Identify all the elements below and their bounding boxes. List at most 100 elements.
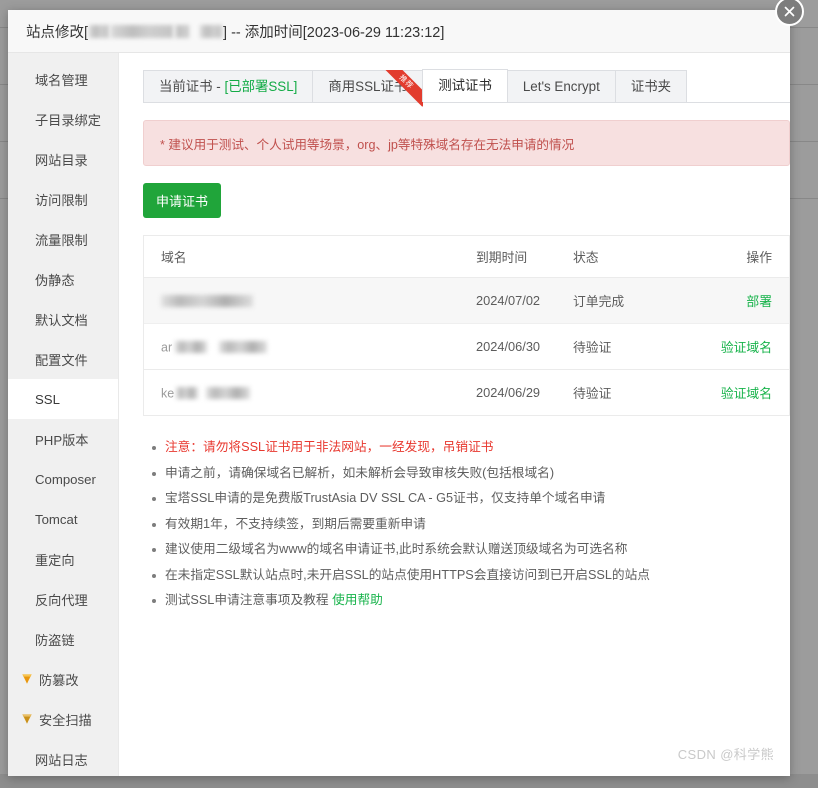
sidebar-item-label: 重定向 [35,550,75,569]
domain-prefix: ke [161,386,174,400]
sidebar-item-anti-leech[interactable]: 防盗链 [8,619,118,659]
sidebar-item-ssl[interactable]: SSL [8,379,118,419]
tab-label: 商用SSL证书 [328,79,407,94]
sidebar-item-rewrite[interactable]: 伪静态 [8,259,118,299]
sidebar-item-label: PHP版本 [35,430,89,449]
gem-icon [20,713,34,725]
dialog-title-suffix: ] -- 添加时间[2023-06-29 11:23:12] [223,21,444,42]
cell-action: 部署 [693,278,789,324]
sidebar-item-label: 防盗链 [35,630,75,649]
cert-tabs: 当前证书 - [已部署SSL] 商用SSL证书 推荐 测试证书 Let's En… [143,70,790,103]
settings-sidebar: 域名管理 子目录绑定 网站目录 访问限制 流量限制 伪静态 默认文档 配置文件 … [8,53,119,776]
screenshot-root: 站点修改[ ] -- 添加时间[2023-06-29 11:23:12] 域名管理… [0,0,818,788]
domain-prefix: ar [161,340,172,354]
sidebar-item-traffic-limit[interactable]: 流量限制 [8,219,118,259]
cell-domain: ar [144,324,476,370]
sidebar-item-label: 域名管理 [35,70,88,89]
sidebar-item-tomcat[interactable]: Tomcat [8,499,118,539]
info-alert: * 建议用于测试、个人试用等场景，org、jp等特殊域名存在无法申请的情况 [143,120,790,166]
redacted-domain [176,387,198,399]
list-item: 在未指定SSL默认站点时,未开启SSL的站点使用HTTPS会直接访问到已开启SS… [165,563,790,589]
redacted-domain [175,341,207,353]
list-item: 建议使用二级域名为www的域名申请证书,此时系统会默认赠送顶级域名为可选名称 [165,537,790,563]
ssl-notes-list: 注意：请勿将SSL证书用于非法网站，一经发现，吊销证书 申请之前，请确保域名已解… [143,435,790,614]
sidebar-item-security-scan[interactable]: 安全扫描 [8,699,118,739]
table-row: 2024/07/02 订单完成 部署 [144,278,789,324]
tab-lets-encrypt[interactable]: Let's Encrypt [507,70,616,102]
verify-domain-link[interactable]: 验证域名 [721,340,772,355]
verify-domain-link[interactable]: 验证域名 [721,386,772,401]
tab-label-deployed: [已部署SSL] [224,79,297,94]
cert-orders-table: 域名 到期时间 状态 操作 2024/07/02 订单完成 部 [143,235,790,416]
sidebar-item-label: Tomcat [35,512,78,527]
sidebar-item-reverse-proxy[interactable]: 反向代理 [8,579,118,619]
redacted-domain [175,25,189,38]
cell-action: 验证域名 [693,370,789,416]
deploy-link[interactable]: 部署 [746,294,772,309]
sidebar-item-label: 流量限制 [35,230,88,249]
redacted-domain [200,25,222,38]
sidebar-item-label: 防篡改 [39,670,79,689]
sidebar-item-label: 网站日志 [35,750,88,769]
info-alert-text: * 建议用于测试、个人试用等场景，org、jp等特殊域名存在无法申请的情况 [160,134,574,153]
sidebar-item-label: 安全扫描 [39,710,92,729]
dialog-title: 站点修改[ ] -- 添加时间[2023-06-29 11:23:12] [26,21,444,42]
help-link[interactable]: 使用帮助 [332,593,383,607]
column-header-status: 状态 [573,236,693,278]
sidebar-item-config-file[interactable]: 配置文件 [8,339,118,379]
sidebar-item-label: SSL [35,392,60,407]
cell-status: 订单完成 [573,278,693,324]
cell-expire: 2024/06/30 [476,324,573,370]
tab-label: 证书夹 [631,79,671,94]
sidebar-item-access-limit[interactable]: 访问限制 [8,179,118,219]
redacted-domain [111,25,173,38]
column-header-action: 操作 [693,236,789,278]
sidebar-item-domain-manage[interactable]: 域名管理 [8,59,118,99]
cell-expire: 2024/06/29 [476,370,573,416]
tab-cert-folder[interactable]: 证书夹 [615,70,687,102]
cell-action: 验证域名 [693,324,789,370]
tab-test-cert[interactable]: 测试证书 [422,69,508,102]
tab-current-cert[interactable]: 当前证书 - [已部署SSL] [143,70,313,102]
ssl-panel: 当前证书 - [已部署SSL] 商用SSL证书 推荐 测试证书 Let's En… [119,53,790,776]
tab-commercial-ssl[interactable]: 商用SSL证书 推荐 [312,70,423,102]
list-item-text: 测试SSL申请注意事项及教程 [165,593,332,607]
sidebar-item-label: 配置文件 [35,350,88,369]
sidebar-item-label: 伪静态 [35,270,75,289]
sidebar-item-tamper-proof[interactable]: 防篡改 [8,659,118,699]
sidebar-item-composer[interactable]: Composer [8,459,118,499]
sidebar-item-label: Composer [35,472,96,487]
cell-status: 待验证 [573,370,693,416]
cell-domain [144,278,476,324]
sidebar-item-redirect[interactable]: 重定向 [8,539,118,579]
column-header-expire: 到期时间 [476,236,573,278]
sidebar-item-label: 子目录绑定 [35,110,101,129]
sidebar-item-site-dir[interactable]: 网站目录 [8,139,118,179]
table-row: ar 2024/06/30 待验证 验证域名 [144,324,789,370]
tab-label: 当前证书 - [159,79,224,94]
tab-label: Let's Encrypt [523,79,600,94]
list-item: 有效期1年，不支持续签，到期后需要重新申请 [165,512,790,538]
sidebar-item-site-log[interactable]: 网站日志 [8,739,118,776]
table-header-row: 域名 到期时间 状态 操作 [144,236,789,278]
gem-icon [20,673,34,685]
csdn-watermark: CSDN @科学熊 [678,744,774,763]
sidebar-item-subdir-bind[interactable]: 子目录绑定 [8,99,118,139]
sidebar-item-default-doc[interactable]: 默认文档 [8,299,118,339]
list-item: 测试SSL申请注意事项及教程 使用帮助 [165,588,790,614]
redacted-domain [161,295,253,307]
apply-cert-button[interactable]: 申请证书 [143,183,221,218]
list-item: 注意：请勿将SSL证书用于非法网站，一经发现，吊销证书 [165,435,790,461]
list-item: 申请之前，请确保域名已解析，如未解析会导致审核失败(包括根域名) [165,461,790,487]
table-row: ke 2024/06/29 待验证 验证域名 [144,370,789,416]
dialog-title-prefix: 站点修改[ [26,21,88,42]
sidebar-item-label: 默认文档 [35,310,88,329]
close-icon [783,5,796,18]
redacted-domain [219,341,267,353]
cell-expire: 2024/07/02 [476,278,573,324]
cell-domain: ke [144,370,476,416]
sidebar-item-php-version[interactable]: PHP版本 [8,419,118,459]
tab-label: 测试证书 [438,78,492,93]
sidebar-item-label: 网站目录 [35,150,88,169]
list-item: 宝塔SSL申请的是免费版TrustAsia DV SSL CA - G5证书，仅… [165,486,790,512]
